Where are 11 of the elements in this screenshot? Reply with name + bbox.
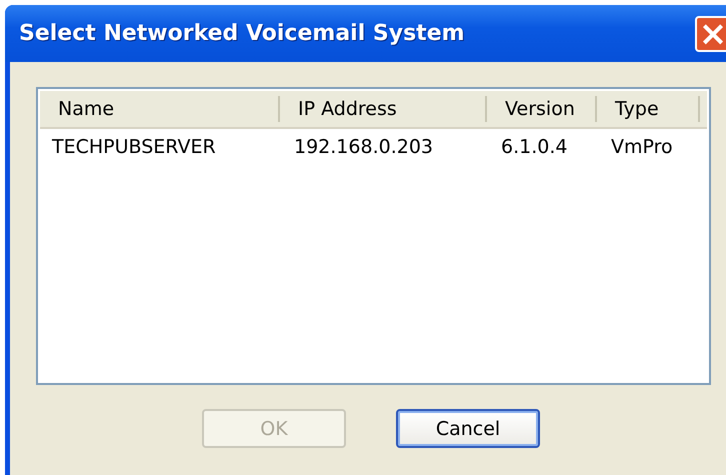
window-title: Select Networked Voicemail System (19, 21, 466, 46)
table-cell[interactable]: VmPro (597, 136, 700, 158)
close-button[interactable]: × (695, 16, 726, 52)
column-header[interactable]: Type (597, 96, 700, 122)
table-cell[interactable]: 6.1.0.4 (487, 136, 597, 158)
column-header[interactable]: Name (40, 96, 280, 122)
column-header[interactable]: IP Address (280, 96, 487, 122)
table-cell[interactable]: TECHPUBSERVER (40, 136, 280, 158)
table-cell[interactable]: 192.168.0.203 (280, 136, 487, 158)
column-header[interactable]: Version (487, 96, 597, 122)
cancel-button[interactable]: Cancel (396, 409, 540, 448)
